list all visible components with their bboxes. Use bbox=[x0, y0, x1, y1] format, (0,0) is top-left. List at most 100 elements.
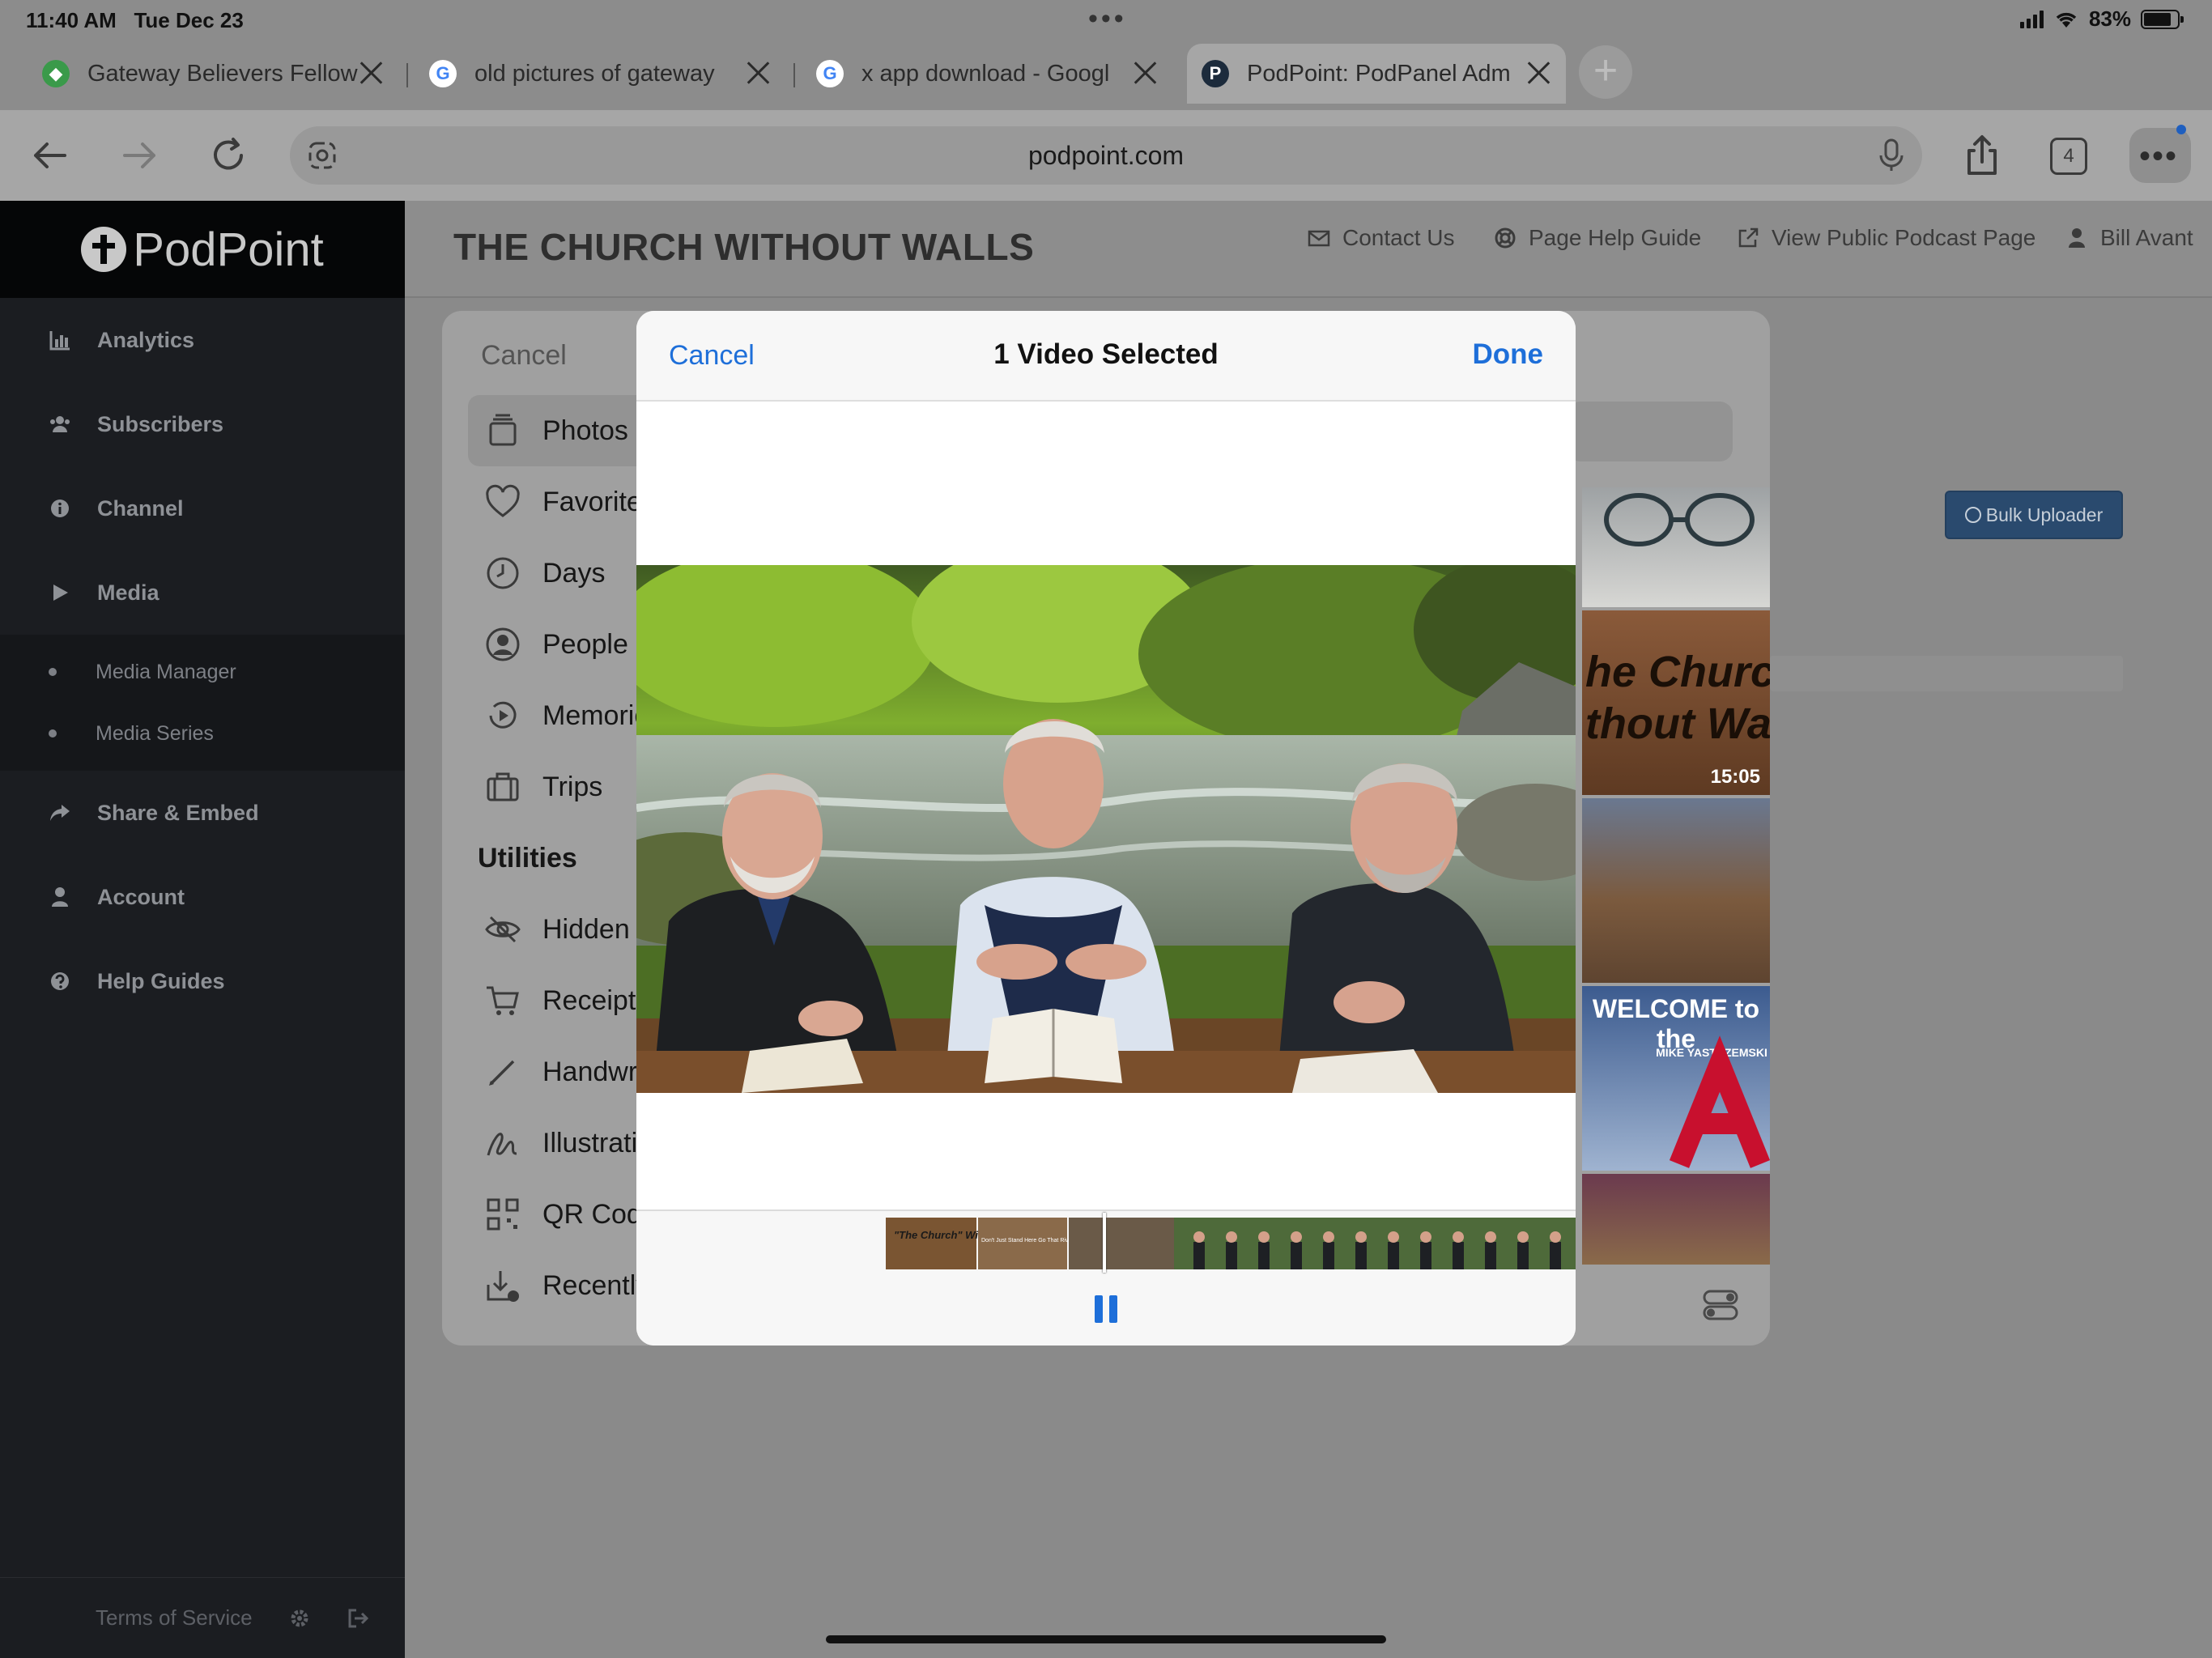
suitcase-icon bbox=[487, 772, 519, 801]
microphone-icon[interactable] bbox=[1877, 138, 1906, 173]
wifi-icon bbox=[2056, 12, 2077, 28]
status-right: 83% bbox=[2019, 6, 2184, 32]
reload-icon[interactable] bbox=[204, 131, 253, 180]
modal-done-button[interactable]: Done bbox=[1473, 338, 1544, 371]
cross-logo-icon bbox=[81, 227, 127, 272]
media-subnav: Media Manager Media Series bbox=[0, 635, 405, 771]
tab-separator bbox=[406, 63, 408, 87]
eye-slash-icon bbox=[485, 916, 521, 943]
tab-count-button[interactable]: 4 bbox=[2050, 138, 2087, 175]
sidebar-item-label: Account bbox=[97, 884, 185, 909]
browser-tab-3[interactable]: G x app download - Googl bbox=[816, 44, 1172, 104]
picker-search-field[interactable] bbox=[1568, 402, 1733, 461]
sidebar-item-media[interactable]: Media bbox=[0, 551, 405, 635]
photo-thumbnail[interactable] bbox=[1582, 487, 1770, 607]
utility-label: Receipts bbox=[542, 984, 650, 1016]
photo-thumbnail[interactable] bbox=[1582, 798, 1770, 983]
view-public-podcast-page-link[interactable]: View Public Podcast Page bbox=[1736, 225, 2035, 251]
close-tab-icon[interactable] bbox=[1524, 58, 1553, 87]
new-tab-button[interactable]: + bbox=[1579, 45, 1632, 99]
sidebar-item-analytics[interactable]: Analytics bbox=[0, 298, 405, 382]
sidebar-item-help-guides[interactable]: Help Guides bbox=[0, 939, 405, 1023]
leaf-icon: ◆ bbox=[42, 60, 70, 87]
ellipsis-icon: ••• bbox=[2139, 138, 2179, 174]
sidebar-subitem-media-manager[interactable]: Media Manager bbox=[0, 641, 405, 703]
more-options-button[interactable]: ••• bbox=[2129, 125, 2191, 183]
glasses-photo bbox=[1604, 493, 1755, 546]
sidebar-item-channel[interactable]: Channel bbox=[0, 466, 405, 551]
video-scrubber[interactable]: "The Church" Without Walls Don't Just St… bbox=[886, 1218, 1576, 1269]
header-link-label: Bill Avant bbox=[2100, 225, 2193, 250]
album-label: Photos bbox=[542, 414, 628, 446]
account-user-link[interactable]: Bill Avant bbox=[2065, 225, 2193, 251]
app-sidebar: PodPoint Analytics Subscribers Channel M… bbox=[0, 201, 405, 1658]
heart-icon bbox=[486, 484, 520, 517]
browser-tab-active[interactable]: P PodPoint: PodPanel Adm bbox=[1187, 44, 1566, 104]
video-thumbnail[interactable]: he Churc thout Wa 15:05 bbox=[1582, 610, 1770, 795]
photo-grid: he Churc thout Wa 15:05 WELCOME to the MI… bbox=[1582, 487, 1770, 1265]
scribble-icon bbox=[487, 1133, 517, 1156]
tab-separator bbox=[793, 63, 795, 87]
scrubber-playhead[interactable] bbox=[1103, 1213, 1106, 1273]
google-icon: G bbox=[429, 60, 457, 87]
podpoint-logo[interactable]: PodPoint bbox=[0, 201, 405, 298]
multitasking-dots-icon[interactable]: ••• bbox=[1088, 3, 1127, 35]
browser-tab-2[interactable]: G old pictures of gateway bbox=[429, 44, 785, 104]
utility-label: Recently bbox=[542, 1269, 650, 1301]
album-label: Trips bbox=[542, 771, 603, 802]
play-icon bbox=[53, 585, 68, 601]
bullet-icon bbox=[49, 668, 57, 676]
battery-percent: 83% bbox=[2088, 6, 2131, 31]
external-link-icon bbox=[1738, 227, 1759, 248]
logo-text: PodPoint bbox=[133, 223, 324, 276]
back-arrow-icon[interactable] bbox=[26, 131, 74, 180]
modal-footer: "The Church" Without Walls Don't Just St… bbox=[636, 1209, 1576, 1346]
sidebar-subitem-media-series[interactable]: Media Series bbox=[0, 703, 405, 764]
cellular-signal-icon bbox=[2019, 10, 2044, 28]
terms-of-service-link[interactable]: Terms of Service bbox=[96, 1605, 253, 1630]
header-link-label: View Public Podcast Page bbox=[1772, 225, 2036, 250]
status-time: 11:40 AM Tue Dec 23 bbox=[26, 8, 244, 32]
memories-icon bbox=[489, 701, 517, 729]
forward-arrow-icon[interactable] bbox=[115, 131, 164, 180]
video-preview[interactable] bbox=[636, 565, 1576, 1093]
notification-dot bbox=[2176, 125, 2186, 134]
bulk-uploader-button[interactable]: Bulk Uploader bbox=[1945, 491, 2123, 539]
sidebar-item-label: Channel bbox=[97, 495, 184, 521]
video-frame-image bbox=[636, 565, 1576, 1093]
close-tab-icon[interactable] bbox=[356, 58, 385, 87]
photos-stack-icon bbox=[489, 414, 517, 446]
battery-icon bbox=[2141, 9, 2184, 29]
pencil-icon bbox=[489, 1060, 515, 1086]
logout-icon[interactable] bbox=[347, 1607, 369, 1630]
browser-toolbar: podpoint.com 4 ••• bbox=[0, 110, 2212, 201]
share-icon[interactable] bbox=[1958, 131, 2006, 180]
sidebar-item-account[interactable]: Account bbox=[0, 855, 405, 939]
pause-icon[interactable] bbox=[1095, 1295, 1117, 1323]
sidebar-item-label: Analytics bbox=[97, 327, 195, 352]
bar-chart-icon bbox=[49, 331, 70, 351]
close-tab-icon[interactable] bbox=[1130, 58, 1159, 87]
sidebar-item-subscribers[interactable]: Subscribers bbox=[0, 382, 405, 466]
qr-code-icon bbox=[487, 1198, 519, 1231]
close-tab-icon[interactable] bbox=[743, 58, 772, 87]
page-title: THE CHURCH WITHOUT WALLS bbox=[453, 226, 1035, 268]
sidebar-item-share-embed[interactable]: Share & Embed bbox=[0, 771, 405, 855]
status-bar: 11:40 AM Tue Dec 23 ••• 83% bbox=[0, 0, 2212, 39]
baseball-logo bbox=[1669, 1035, 1770, 1168]
photo-thumbnail[interactable] bbox=[1582, 1174, 1770, 1265]
photo-thumbnail[interactable]: WELCOME to the MIKE YASTRZEMSKI bbox=[1582, 986, 1770, 1171]
modal-title: 1 Video Selected bbox=[993, 338, 1219, 370]
picker-cancel-button[interactable]: Cancel bbox=[481, 340, 567, 372]
contact-us-link[interactable]: Contact Us bbox=[1307, 225, 1455, 251]
toggle-settings-icon[interactable] bbox=[1702, 1289, 1739, 1321]
address-bar[interactable]: podpoint.com bbox=[290, 126, 1922, 185]
browser-tab-strip: ◆ Gateway Believers Fellow G old picture… bbox=[0, 39, 2212, 110]
share-arrow-icon bbox=[50, 805, 70, 821]
users-icon bbox=[50, 416, 70, 432]
gear-icon[interactable] bbox=[288, 1607, 311, 1630]
info-icon bbox=[51, 500, 69, 517]
page-help-guide-link[interactable]: Page Help Guide bbox=[1493, 225, 1701, 251]
browser-tab-title: PodPoint: PodPanel Adm bbox=[1247, 60, 1511, 87]
browser-tab-1[interactable]: ◆ Gateway Believers Fellow bbox=[42, 44, 398, 104]
